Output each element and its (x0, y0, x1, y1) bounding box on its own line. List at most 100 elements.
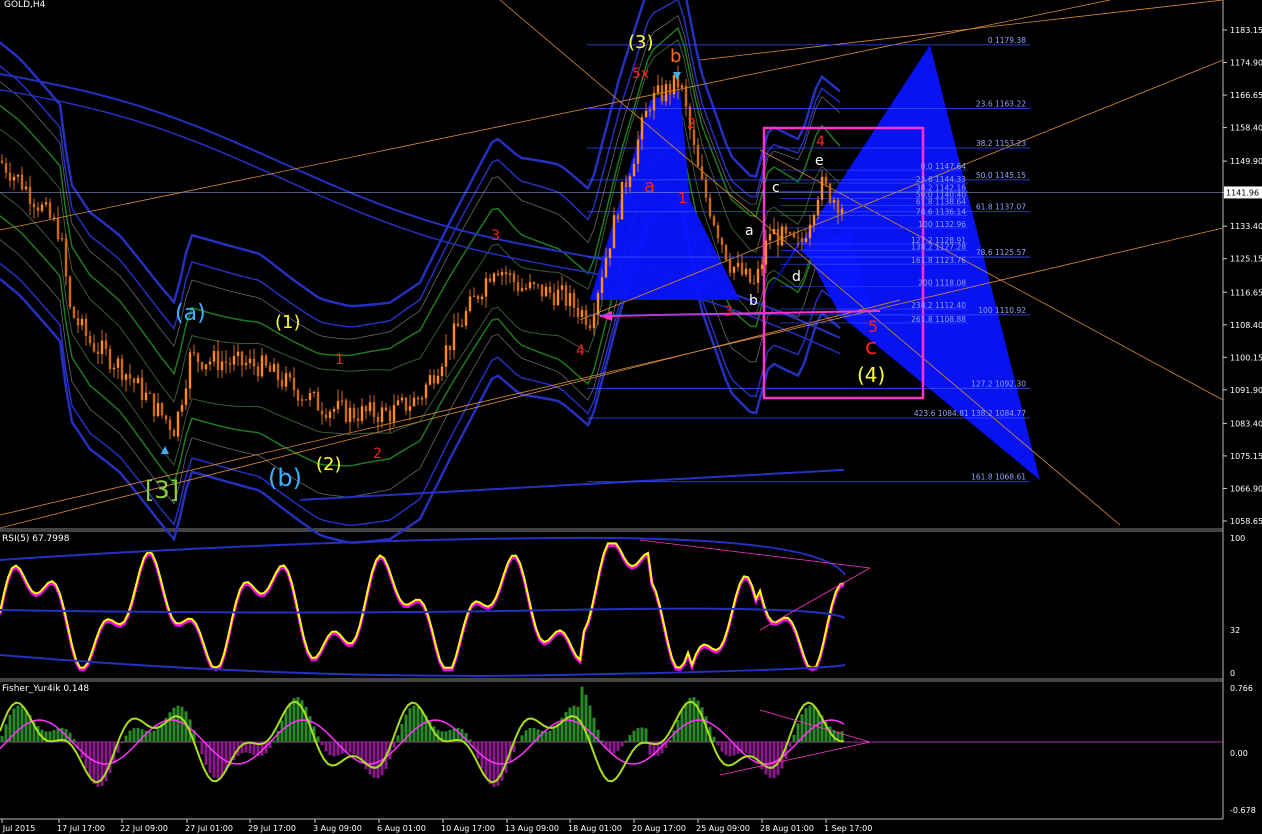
candle-body (680, 85, 684, 88)
fisher-histogram-bar (516, 742, 520, 743)
fisher-histogram-bar (632, 730, 636, 742)
chart-canvas: 0 1179.3823.6 1163.2238.2 1153.2350.0 11… (0, 0, 1262, 833)
fisher-histogram-bar (356, 742, 360, 759)
candle-body (152, 393, 156, 416)
fib-small-label: 138.2 1127.28 (911, 242, 966, 251)
fisher-histogram-bar (172, 707, 176, 742)
fib-level-label: 0 1179.38 (988, 36, 1026, 45)
candle-body (212, 351, 216, 362)
candle-body (664, 84, 668, 102)
rsi-tick-label: 0 (1230, 669, 1235, 678)
candle-body (480, 296, 484, 300)
candle-body (136, 377, 140, 384)
candle-body (52, 217, 56, 219)
candle-body (120, 358, 124, 380)
candle-body (400, 397, 404, 401)
wave-label: 1 (678, 191, 687, 207)
candle-body (740, 262, 744, 275)
fib-level-label: 423.6 1084.81 138.2 1084.77 (914, 409, 1026, 418)
price-tick-label: 1125.15 (1230, 255, 1262, 264)
candle-body (364, 406, 368, 412)
wave-label: e (815, 153, 824, 169)
candle-body (608, 248, 612, 258)
candle-body (508, 273, 512, 275)
fisher-histogram-bar (616, 742, 620, 751)
candle-body (76, 318, 80, 326)
candle-body (764, 240, 768, 265)
candle-body (756, 269, 760, 283)
wave-label: b (670, 46, 681, 67)
candle-body (624, 181, 628, 187)
time-tick-label: 27 Jul 01:00 (185, 824, 233, 833)
candle-body (580, 310, 584, 317)
long-ma-lower (299, 468, 845, 501)
fisher-histogram-bar (724, 742, 728, 756)
price-tick-label: 1066.90 (1230, 484, 1262, 493)
candle-body (244, 362, 248, 366)
candle-body (204, 364, 208, 370)
candle-body (536, 284, 540, 286)
candle-body (180, 405, 184, 412)
candle-body (60, 238, 64, 240)
fisher-histogram-bar (328, 742, 332, 756)
rsi-ma-lower (0, 654, 846, 677)
candle-body (444, 345, 448, 367)
candle-body (820, 176, 824, 200)
candle-body (324, 414, 328, 418)
time-tick-label: 13 Aug 09:00 (505, 824, 559, 833)
fib-level-label: 161.8 1068.61 (971, 473, 1026, 482)
candle-body (216, 351, 220, 371)
fisher-histogram-bar (272, 740, 276, 742)
candle-body (196, 353, 200, 363)
price-tick-label: 1100.15 (1230, 353, 1262, 362)
candle-body (8, 172, 12, 181)
candle-body (388, 410, 392, 422)
fib-level-label: 50.0 1145.15 (976, 171, 1026, 180)
fib-level-label: 38.2 1153.23 (976, 139, 1026, 148)
candle-body (456, 323, 460, 327)
frames (0, 0, 1224, 820)
candle-body (504, 271, 508, 275)
fisher-histogram-bar (400, 723, 404, 742)
candle-body (684, 85, 688, 107)
wave-label: 5 (868, 317, 878, 336)
price-tick-label: 1158.40 (1230, 124, 1262, 133)
wave-label: 2 (687, 116, 696, 132)
candle-body (360, 406, 364, 422)
fisher-histogram-bar (524, 730, 528, 742)
fisher-histogram-bar (152, 730, 156, 742)
candle-body (800, 238, 804, 242)
candle-body (432, 375, 436, 384)
candle-body (828, 183, 832, 203)
fisher-histogram-bar (368, 742, 372, 775)
time-tick-label: 29 Jul 17:00 (248, 824, 296, 833)
candle-body (492, 273, 496, 282)
candle-body (724, 244, 728, 260)
wave-label: 4 (816, 134, 825, 150)
candle-body (256, 366, 260, 377)
candle-body (804, 238, 808, 242)
wave-label: (1) (275, 312, 301, 333)
candle-body (100, 340, 104, 354)
fisher-tick-label: 0.00 (1230, 749, 1248, 758)
candle-body (248, 358, 252, 363)
rsi-tick-label: 32 (1230, 626, 1240, 635)
candle-body (720, 238, 724, 245)
candle-body (840, 208, 844, 214)
fisher-histogram-bar (816, 710, 820, 742)
candle-body (652, 92, 656, 111)
wave-label: c (865, 335, 877, 360)
fib-small-label: 78.6 1136.14 (916, 207, 966, 216)
candle-body (284, 373, 288, 387)
wave-labels-layer: (3)b5x2a134(a) (1)1[3] (b) (2) 24ecadb35c(4) (145, 32, 885, 504)
fisher-histogram-bar (636, 728, 640, 742)
candle-body (812, 215, 816, 225)
candle-body (592, 314, 596, 329)
current-price-label: 1141.96 (1226, 188, 1259, 197)
candle-body (668, 84, 672, 95)
fisher-histogram-bar (4, 724, 8, 742)
wave-label: a (745, 223, 754, 239)
fisher-histogram-bar (468, 739, 472, 742)
fisher-histogram-bar (644, 728, 648, 742)
price-tick-label: 1183.15 (1230, 26, 1262, 35)
